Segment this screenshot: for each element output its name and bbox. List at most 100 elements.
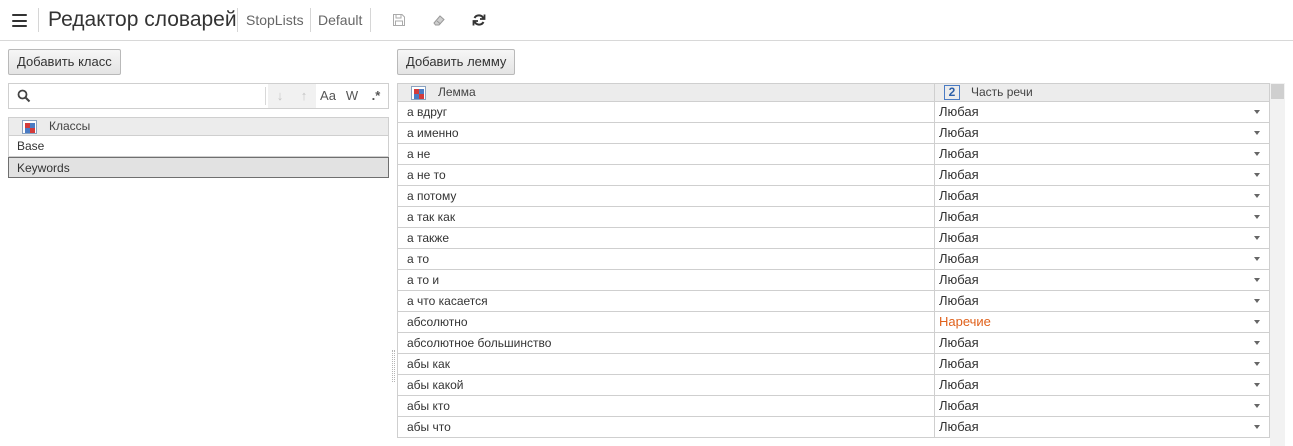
lemma-column-header[interactable]: Лемма (398, 84, 935, 101)
table-row[interactable]: абы как Любая (397, 354, 1270, 375)
regex-toggle[interactable]: .* (364, 84, 388, 108)
vertical-scrollbar[interactable] (1270, 83, 1285, 446)
pos-dropdown[interactable]: Любая (935, 270, 1269, 290)
lemma-cell[interactable]: а то (398, 249, 935, 269)
chevron-down-icon[interactable] (1254, 425, 1260, 429)
lemma-cell[interactable]: абы что (398, 417, 935, 437)
save-icon[interactable] (391, 12, 407, 28)
header-divider (310, 8, 311, 32)
lemma-cell[interactable]: а также (398, 228, 935, 248)
pos-dropdown[interactable]: Любая (935, 291, 1269, 311)
chevron-down-icon[interactable] (1254, 278, 1260, 282)
table-row[interactable]: а именно Любая (397, 123, 1270, 144)
search-input[interactable] (37, 86, 262, 106)
lemma-rows: а вдруг Любая а именно Любая а не Любая а не т… (397, 102, 1270, 438)
refresh-icon[interactable] (471, 12, 487, 28)
scrollbar-thumb[interactable] (1271, 84, 1284, 99)
lemma-cell[interactable]: а то и (398, 270, 935, 290)
chevron-down-icon[interactable] (1254, 173, 1260, 177)
eraser-icon[interactable] (431, 12, 447, 28)
whole-word-toggle[interactable]: W (340, 84, 364, 108)
pos-dropdown[interactable]: Любая (935, 249, 1269, 269)
pos-dropdown[interactable]: Любая (935, 228, 1269, 248)
chevron-down-icon[interactable] (1254, 236, 1260, 240)
chevron-down-icon[interactable] (1254, 110, 1260, 114)
chevron-down-icon[interactable] (1254, 362, 1260, 366)
lemma-cell[interactable]: абы кто (398, 396, 935, 416)
table-row[interactable]: абсолютное большинство Любая (397, 333, 1270, 354)
pos-dropdown[interactable]: Любая (935, 207, 1269, 227)
pos-value: Любая (939, 125, 979, 140)
search-tools-divider (265, 87, 266, 105)
column-chooser-icon[interactable] (22, 120, 37, 134)
pos-dropdown[interactable]: Любая (935, 354, 1269, 374)
chevron-down-icon[interactable] (1254, 194, 1260, 198)
table-row[interactable]: а вдруг Любая (397, 102, 1270, 123)
chevron-down-icon[interactable] (1254, 131, 1260, 135)
pos-dropdown[interactable]: Любая (935, 186, 1269, 206)
pos-dropdown[interactable]: Любая (935, 102, 1269, 122)
lemma-cell[interactable]: а так как (398, 207, 935, 227)
sort-number-icon: 2 (944, 85, 960, 100)
lemma-cell[interactable]: абы какой (398, 375, 935, 395)
table-row[interactable]: а не Любая (397, 144, 1270, 165)
column-chooser-icon[interactable] (411, 86, 426, 100)
table-row[interactable]: абсолютно Наречие (397, 312, 1270, 333)
pos-value: Наречие (939, 314, 991, 329)
pos-dropdown[interactable]: Любая (935, 375, 1269, 395)
pos-dropdown[interactable]: Наречие (935, 312, 1269, 332)
pos-dropdown[interactable]: Любая (935, 333, 1269, 353)
class-row-keywords[interactable]: Keywords (8, 157, 389, 178)
search-next-button[interactable]: ↓ (268, 84, 292, 108)
table-row[interactable]: а что касается Любая (397, 291, 1270, 312)
chevron-down-icon[interactable] (1254, 404, 1260, 408)
table-row[interactable]: а так как Любая (397, 207, 1270, 228)
table-row[interactable]: а не то Любая (397, 165, 1270, 186)
lemma-cell[interactable]: а не то (398, 165, 935, 185)
lemma-cell[interactable]: абсолютно (398, 312, 935, 332)
table-row[interactable]: а также Любая (397, 228, 1270, 249)
breadcrumb-default[interactable]: Default (318, 12, 362, 28)
header-divider (38, 8, 39, 32)
add-lemma-button[interactable]: Добавить лемму (397, 49, 516, 75)
page-title: Редактор словарей (48, 8, 237, 31)
chevron-down-icon[interactable] (1254, 320, 1260, 324)
chevron-down-icon[interactable] (1254, 152, 1260, 156)
pos-dropdown[interactable]: Любая (935, 165, 1269, 185)
add-class-button[interactable]: Добавить класс (8, 49, 121, 75)
table-row[interactable]: абы что Любая (397, 417, 1270, 438)
table-row[interactable]: абы кто Любая (397, 396, 1270, 417)
table-row[interactable]: а потому Любая (397, 186, 1270, 207)
chevron-down-icon[interactable] (1254, 299, 1260, 303)
table-row[interactable]: а то и Любая (397, 270, 1270, 291)
pos-value: Любая (939, 209, 979, 224)
breadcrumb-stoplists[interactable]: StopLists (246, 12, 304, 28)
pos-dropdown[interactable]: Любая (935, 396, 1269, 416)
search-prev-button[interactable]: ↑ (292, 84, 316, 108)
chevron-down-icon[interactable] (1254, 341, 1260, 345)
chevron-down-icon[interactable] (1254, 383, 1260, 387)
lemma-cell[interactable]: а не (398, 144, 935, 164)
class-row-base[interactable]: Base (8, 136, 389, 157)
lemma-cell[interactable]: а потому (398, 186, 935, 206)
chevron-down-icon[interactable] (1254, 257, 1260, 261)
classes-table-header[interactable]: Классы (8, 117, 389, 136)
lemma-cell[interactable]: абсолютное большинство (398, 333, 935, 353)
match-case-toggle[interactable]: Aa (316, 84, 340, 108)
lemma-cell[interactable]: а вдруг (398, 102, 935, 122)
pos-dropdown[interactable]: Любая (935, 417, 1269, 437)
pos-dropdown[interactable]: Любая (935, 144, 1269, 164)
menu-icon[interactable] (12, 14, 27, 27)
table-row[interactable]: а то Любая (397, 249, 1270, 270)
pos-dropdown[interactable]: Любая (935, 123, 1269, 143)
pos-column-header[interactable]: 2 Часть речи (935, 84, 1269, 101)
lemma-column-label: Лемма (438, 85, 476, 99)
class-search-box: ↓ ↑ Aa W .* (8, 83, 389, 109)
table-row[interactable]: абы какой Любая (397, 375, 1270, 396)
lemma-cell[interactable]: а именно (398, 123, 935, 143)
lemma-cell[interactable]: абы как (398, 354, 935, 374)
pos-value: Любая (939, 251, 979, 266)
chevron-down-icon[interactable] (1254, 215, 1260, 219)
lemma-cell[interactable]: а что касается (398, 291, 935, 311)
panel-splitter[interactable] (392, 350, 395, 382)
